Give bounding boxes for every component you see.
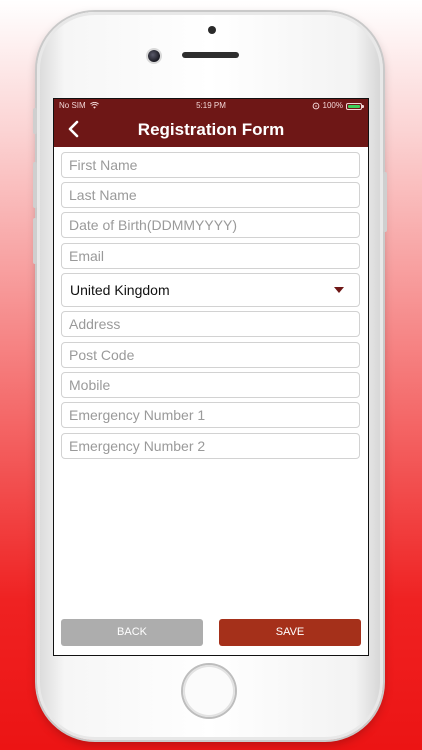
power-button bbox=[383, 172, 387, 232]
volume-up-button bbox=[33, 162, 37, 208]
nav-bar: Registration Form bbox=[54, 113, 368, 147]
phone-frame: No SIM 5:19 PM 100% Registration Form Fi… bbox=[33, 12, 387, 740]
back-button[interactable]: BACK bbox=[61, 619, 203, 646]
last-name-input[interactable] bbox=[62, 183, 359, 207]
first-name-field-wrapper bbox=[61, 152, 360, 178]
status-bar: No SIM 5:19 PM 100% bbox=[54, 99, 368, 113]
battery-icon bbox=[346, 102, 364, 110]
front-camera-lens bbox=[148, 50, 160, 62]
mute-switch bbox=[33, 108, 37, 134]
mobile-input[interactable] bbox=[62, 373, 359, 397]
battery-percent: 100% bbox=[322, 101, 343, 110]
country-selected-value: United Kingdom bbox=[70, 282, 170, 298]
home-button[interactable] bbox=[183, 665, 235, 717]
email-field-wrapper bbox=[61, 243, 360, 269]
post-code-field-wrapper bbox=[61, 342, 360, 368]
volume-down-button bbox=[33, 218, 37, 264]
emergency-number-2-input[interactable] bbox=[62, 434, 359, 458]
dob-input[interactable] bbox=[62, 213, 359, 237]
emergency-number-1-field-wrapper bbox=[61, 402, 360, 428]
front-camera-dot bbox=[208, 26, 216, 34]
last-name-field-wrapper bbox=[61, 182, 360, 208]
email-input[interactable] bbox=[62, 244, 359, 268]
address-field-wrapper bbox=[61, 311, 360, 337]
caret-down-icon bbox=[334, 287, 344, 293]
save-button[interactable]: SAVE bbox=[219, 619, 361, 646]
first-name-input[interactable] bbox=[62, 153, 359, 177]
earpiece-speaker bbox=[182, 52, 239, 58]
emergency-number-2-field-wrapper bbox=[61, 433, 360, 459]
alarm-icon bbox=[312, 102, 319, 110]
address-input[interactable] bbox=[62, 312, 359, 336]
status-right-group: 100% bbox=[312, 99, 364, 113]
dob-field-wrapper bbox=[61, 212, 360, 238]
emergency-number-1-input[interactable] bbox=[62, 403, 359, 427]
screen: No SIM 5:19 PM 100% Registration Form Fi… bbox=[53, 98, 369, 656]
registration-form: United Kingdom BACK SAVE bbox=[54, 147, 368, 655]
country-select[interactable]: United Kingdom bbox=[61, 273, 360, 307]
mobile-field-wrapper bbox=[61, 372, 360, 398]
post-code-input[interactable] bbox=[62, 343, 359, 367]
page-title: Registration Form bbox=[137, 120, 285, 139]
battery-fill bbox=[348, 104, 360, 108]
